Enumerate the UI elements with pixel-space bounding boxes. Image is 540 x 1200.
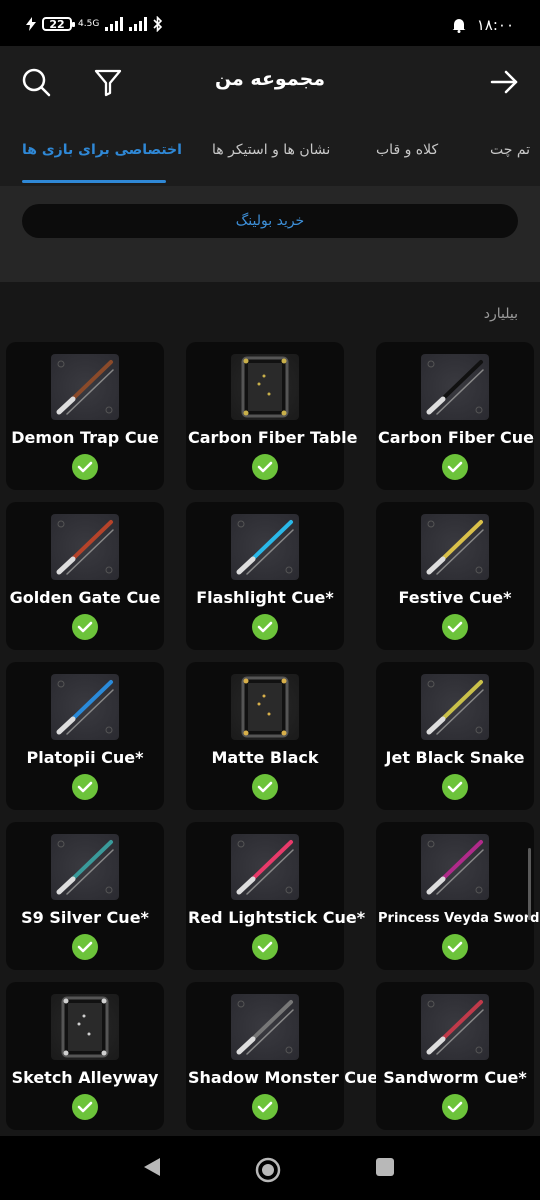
section-title: بیلیارد (483, 306, 518, 322)
cue-thumbnail (231, 994, 299, 1060)
item-name: Platopii Cue* (26, 748, 144, 767)
tab-hats-frames[interactable]: کلاه و قاب (376, 142, 438, 158)
item-card[interactable]: Flashlight Cue* (186, 502, 344, 650)
tab-chat-theme[interactable]: تم چت (490, 142, 530, 158)
owned-check-icon (252, 1094, 278, 1120)
owned-check-icon (442, 1094, 468, 1120)
item-name: Festive Cue* (398, 588, 512, 607)
promo-section: خرید بولینگ (0, 186, 540, 282)
cue-thumbnail (421, 994, 489, 1060)
cue-thumbnail (231, 834, 299, 900)
owned-check-icon (442, 454, 468, 480)
item-name: Golden Gate Cue (9, 588, 161, 607)
status-bar: 22 4.5G ۱۸:۰۰ (0, 0, 540, 46)
cue-thumbnail (51, 834, 119, 900)
owned-check-icon (252, 454, 278, 480)
item-card[interactable]: Jet Black Snake (376, 662, 534, 810)
owned-check-icon (442, 934, 468, 960)
bluetooth-icon (153, 16, 163, 32)
item-name: Shadow Monster Cue (188, 1068, 379, 1087)
back-icon[interactable] (142, 1156, 162, 1178)
item-card[interactable]: Red Lightstick Cue* (186, 822, 366, 970)
buy-bowling-button[interactable]: خرید بولینگ (22, 204, 518, 238)
arrow-right-icon[interactable] (488, 66, 520, 98)
owned-check-icon (72, 1094, 98, 1120)
owned-check-icon (442, 614, 468, 640)
cue-thumbnail (51, 674, 119, 740)
owned-check-icon (72, 614, 98, 640)
network-type: 4.5G (78, 19, 100, 29)
item-card[interactable]: Sandworm Cue* (376, 982, 534, 1130)
item-name: Jet Black Snake (385, 748, 525, 767)
owned-check-icon (252, 614, 278, 640)
cue-thumbnail (421, 354, 489, 420)
app-header: مجموعه من (0, 46, 540, 118)
item-card[interactable]: Golden Gate Cue (6, 502, 164, 650)
home-icon[interactable] (254, 1156, 282, 1184)
cue-thumbnail (51, 354, 119, 420)
item-card[interactable]: Sketch Alleyway (6, 982, 164, 1130)
item-name: Sketch Alleyway (11, 1068, 159, 1087)
item-name: Matte Black (211, 748, 319, 767)
active-tab-indicator (22, 180, 166, 183)
status-right: ۱۸:۰۰ (451, 16, 514, 34)
owned-check-icon (72, 934, 98, 960)
item-card[interactable]: Festive Cue* (376, 502, 534, 650)
item-name: Red Lightstick Cue* (188, 908, 366, 927)
item-name: S9 Silver Cue* (21, 908, 149, 927)
navigation-bar (0, 1136, 540, 1200)
item-card[interactable]: S9 Silver Cue* (6, 822, 164, 970)
cue-thumbnail (421, 514, 489, 580)
item-card[interactable]: Demon Trap Cue (6, 342, 164, 490)
status-left: 22 4.5G (26, 16, 163, 32)
owned-check-icon (252, 934, 278, 960)
page-title: مجموعه من (214, 68, 326, 90)
item-name: Sandworm Cue* (383, 1068, 527, 1087)
item-name: Demon Trap Cue (11, 428, 159, 447)
status-time: ۱۸:۰۰ (476, 16, 514, 34)
item-name: Carbon Fiber Cue (378, 428, 534, 447)
cue-thumbnail (231, 514, 299, 580)
owned-check-icon (252, 774, 278, 800)
table-thumbnail (231, 354, 299, 420)
cue-thumbnail (421, 834, 489, 900)
recents-icon[interactable] (374, 1156, 396, 1178)
cue-thumbnail (51, 514, 119, 580)
cue-thumbnail (421, 674, 489, 740)
battery-indicator: 22 (42, 17, 75, 31)
item-card[interactable]: Princess Veyda Sword (376, 822, 540, 970)
item-name: Carbon Fiber Table (188, 428, 358, 447)
item-card[interactable]: Carbon Fiber Table (186, 342, 358, 490)
item-card[interactable]: Platopii Cue* (6, 662, 164, 810)
item-card[interactable]: Shadow Monster Cue (186, 982, 379, 1130)
lightning-icon (26, 17, 36, 31)
item-name: Princess Veyda Sword (378, 911, 540, 926)
table-thumbnail (231, 674, 299, 740)
tab-game-exclusive[interactable]: اختصاصی برای بازی ها (22, 142, 182, 158)
item-name: Flashlight Cue* (196, 588, 334, 607)
tab-bar: اختصاصی برای بازی ها نشان ها و استیکر ها… (0, 118, 540, 186)
owned-check-icon (72, 454, 98, 480)
signal-icon-2 (129, 17, 148, 31)
tab-badges-stickers[interactable]: نشان ها و استیکر ها (212, 142, 330, 158)
owned-check-icon (442, 774, 468, 800)
item-card[interactable]: Matte Black (186, 662, 344, 810)
signal-icon (105, 17, 124, 31)
table-thumbnail (51, 994, 119, 1060)
scrollbar[interactable] (528, 848, 531, 920)
owned-check-icon (72, 774, 98, 800)
alarm-icon (452, 19, 466, 33)
item-card[interactable]: Carbon Fiber Cue (376, 342, 534, 490)
